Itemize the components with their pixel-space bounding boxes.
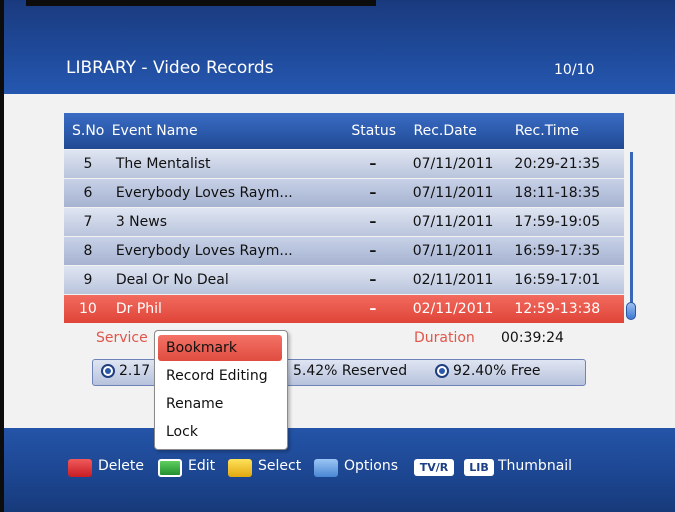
row-rec-time: 16:59-17:01 [514,272,601,288]
lib-key-icon[interactable]: LIB [464,459,494,476]
disk-used: 2.17 [101,363,150,379]
duration-label: Duration [414,330,475,346]
tvr-key-icon[interactable]: TV/R [414,459,454,476]
green-key-icon[interactable] [158,459,182,477]
used-radio-icon [101,364,115,378]
table-row[interactable]: 8 Everybody Loves Raym... – 07/11/2011 1… [64,237,624,265]
row-event-name: Deal Or No Deal [115,272,229,288]
row-event-name: Everybody Loves Raym... [115,185,293,201]
red-key-icon[interactable] [68,459,92,477]
col-status-header: Status [351,123,397,139]
disk-free: 92.40% Free [435,363,541,379]
row-status: – [369,301,377,317]
blue-key-icon[interactable] [314,459,338,477]
row-sno: 10 [79,301,97,317]
row-event-name: Everybody Loves Raym... [115,243,293,259]
list-scrollbar-track[interactable] [630,152,633,312]
table-row[interactable]: 7 3 News – 07/11/2011 17:59-19:05 [64,208,624,236]
row-status: – [369,214,377,230]
duration-value: 00:39:24 [501,330,564,346]
options-label: Options [344,458,399,474]
row-rec-date: 07/11/2011 [412,243,494,259]
row-rec-date: 02/11/2011 [412,272,494,288]
row-sno: 6 [83,185,93,201]
row-rec-time: 16:59-17:35 [514,243,601,259]
header-band: LIBRARY - Video Records 10/10 [4,0,675,94]
edit-label: Edit [188,458,216,474]
row-sno: 8 [83,243,93,259]
page-title: LIBRARY - Video Records [66,58,274,78]
list-scrollbar-thumb[interactable] [626,302,636,320]
row-rec-date: 07/11/2011 [412,156,494,172]
menu-item-lock[interactable]: Lock [158,419,282,445]
table-row[interactable]: 5 The Mentalist – 07/11/2011 20:29-21:35 [64,150,624,178]
tv-screen: LIBRARY - Video Records 10/10 S.No Event… [4,0,675,512]
col-rec-time-header: Rec.Time [514,123,579,139]
row-event-name: The Mentalist [115,156,211,172]
row-status: – [369,156,377,172]
options-popup-menu: Bookmark Record Editing Rename Lock [154,330,288,450]
row-rec-time: 20:29-21:35 [514,156,601,172]
col-event-name-header: Event Name [111,123,198,139]
service-label: Service [96,330,148,346]
row-sno: 5 [83,156,93,172]
delete-label: Delete [98,458,144,474]
row-sno: 7 [83,214,93,230]
row-status: – [369,272,377,288]
col-rec-date-header: Rec.Date [413,123,477,139]
disk-used-text: 2.17 [119,363,151,379]
menu-item-bookmark[interactable]: Bookmark [158,335,282,361]
key-legend: Delete Edit Select Options TV/R LIB Thum… [4,452,675,482]
row-rec-time: 12:59-13:38 [514,301,601,317]
row-rec-date: 02/11/2011 [412,301,494,317]
menu-item-rename[interactable]: Rename [158,391,282,417]
row-rec-time: 17:59-19:05 [514,214,601,230]
col-sno-header: S.No [72,123,105,139]
row-status: – [369,185,377,201]
row-rec-time: 18:11-18:35 [514,185,601,201]
menu-item-record-editing[interactable]: Record Editing [158,363,282,389]
row-status: – [369,243,377,259]
table-row[interactable]: 9 Deal Or No Deal – 02/11/2011 16:59-17:… [64,266,624,294]
row-sno: 9 [83,272,93,288]
records-table: S.No Event Name Status Rec.Date Rec.Time… [64,113,624,323]
free-radio-icon [435,364,449,378]
row-event-name: Dr Phil [115,301,162,317]
table-row[interactable]: 6 Everybody Loves Raym... – 07/11/2011 1… [64,179,624,207]
table-row-selected[interactable]: 10 Dr Phil – 02/11/2011 12:59-13:38 [64,295,624,323]
select-label: Select [258,458,302,474]
table-header: S.No Event Name Status Rec.Date Rec.Time [64,113,624,149]
row-rec-date: 07/11/2011 [412,214,494,230]
row-event-name: 3 News [115,214,168,230]
disk-reserved: 5.42% Reserved [293,363,407,379]
disk-free-text: 92.40% Free [453,363,541,379]
page-count: 10/10 [554,62,595,78]
thumbnail-label: Thumbnail [498,458,573,474]
disk-reserved-text: 5.42% Reserved [293,363,408,379]
yellow-key-icon[interactable] [228,459,252,477]
row-rec-date: 07/11/2011 [412,185,494,201]
